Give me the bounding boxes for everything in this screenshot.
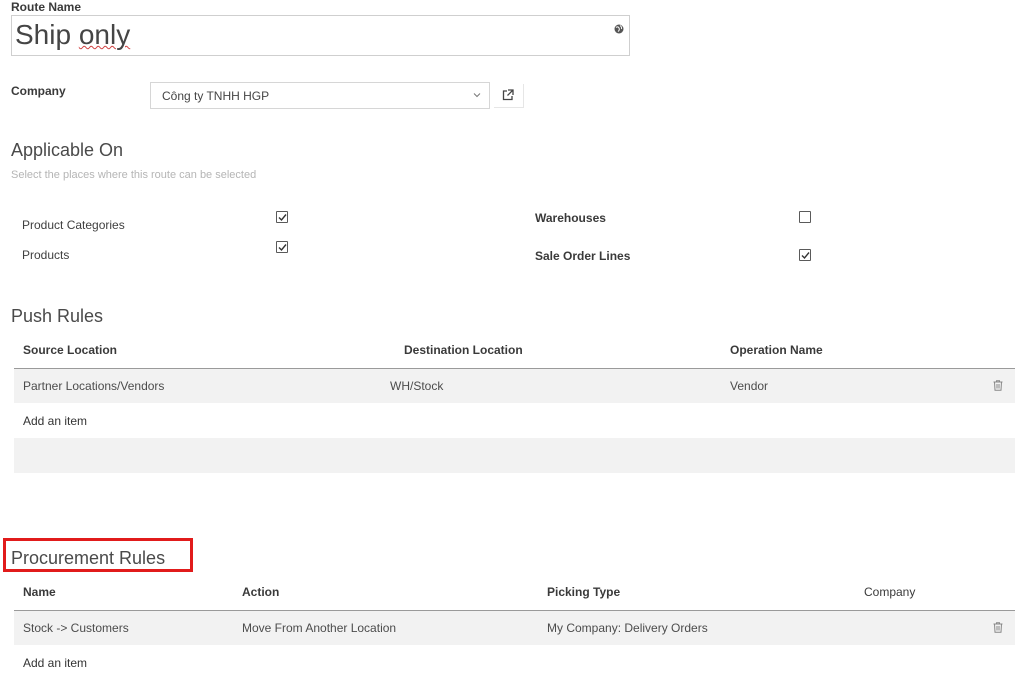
push-header-source[interactable]: Source Location (23, 343, 117, 357)
company-select[interactable]: Công ty TNHH HGP (150, 82, 490, 109)
applicable-on-title: Applicable On (11, 140, 124, 160)
proc-picking-type-cell: My Company: Delivery Orders (547, 621, 708, 635)
proc-header-name[interactable]: Name (23, 585, 56, 599)
checkmark-icon (278, 244, 287, 252)
sale-order-lines-checkbox[interactable] (799, 249, 811, 261)
push-source-cell: Partner Locations/Vendors (23, 379, 165, 393)
company-value: Công ty TNHH HGP (162, 89, 270, 103)
proc-action-cell: Move From Another Location (242, 621, 397, 635)
proc-header-picking-type[interactable]: Picking Type (547, 585, 620, 599)
product-categories-checkbox[interactable] (276, 211, 288, 223)
proc-name-cell: Stock -> Customers (23, 621, 129, 635)
trash-icon[interactable] (993, 622, 1003, 633)
trash-icon[interactable] (993, 380, 1003, 391)
warehouses-label: Warehouses (535, 211, 606, 225)
table-row[interactable]: Stock -> Customers Move From Another Loc… (14, 611, 1015, 645)
external-link-icon (502, 89, 514, 101)
company-label: Company (11, 84, 66, 98)
push-operation-cell: Vendor (730, 379, 769, 393)
checkmark-icon (801, 252, 810, 260)
table-row[interactable]: Partner Locations/Vendors WH/Stock Vendo… (14, 369, 1015, 403)
sale-order-lines-label: Sale Order Lines (535, 249, 631, 263)
push-empty-row (14, 438, 1015, 473)
procurement-rules-title: Procurement Rules (11, 548, 166, 568)
chevron-down-icon (473, 93, 481, 98)
proc-header-company[interactable]: Company (864, 585, 915, 599)
checkmark-icon (278, 214, 287, 222)
proc-add-item-link[interactable]: Add an item (23, 656, 87, 670)
globe-icon[interactable] (614, 24, 624, 34)
push-add-item-link[interactable]: Add an item (23, 414, 87, 428)
push-header-destination[interactable]: Destination Location (404, 343, 523, 357)
products-checkbox[interactable] (276, 241, 288, 253)
applicable-on-help: Select the places where this route can b… (11, 169, 257, 181)
product-categories-label: Product Categories (22, 218, 125, 232)
warehouses-checkbox[interactable] (799, 211, 811, 223)
push-header-operation[interactable]: Operation Name (730, 343, 823, 357)
push-rules-title: Push Rules (11, 306, 104, 326)
route-name-value: Ship only (15, 19, 131, 50)
push-destination-cell: WH/Stock (390, 379, 444, 393)
route-name-label: Route Name (11, 0, 82, 14)
route-name-input[interactable]: Ship only (11, 15, 630, 56)
external-link-button[interactable] (494, 84, 524, 108)
proc-header-action[interactable]: Action (242, 585, 279, 599)
products-label: Products (22, 248, 70, 262)
